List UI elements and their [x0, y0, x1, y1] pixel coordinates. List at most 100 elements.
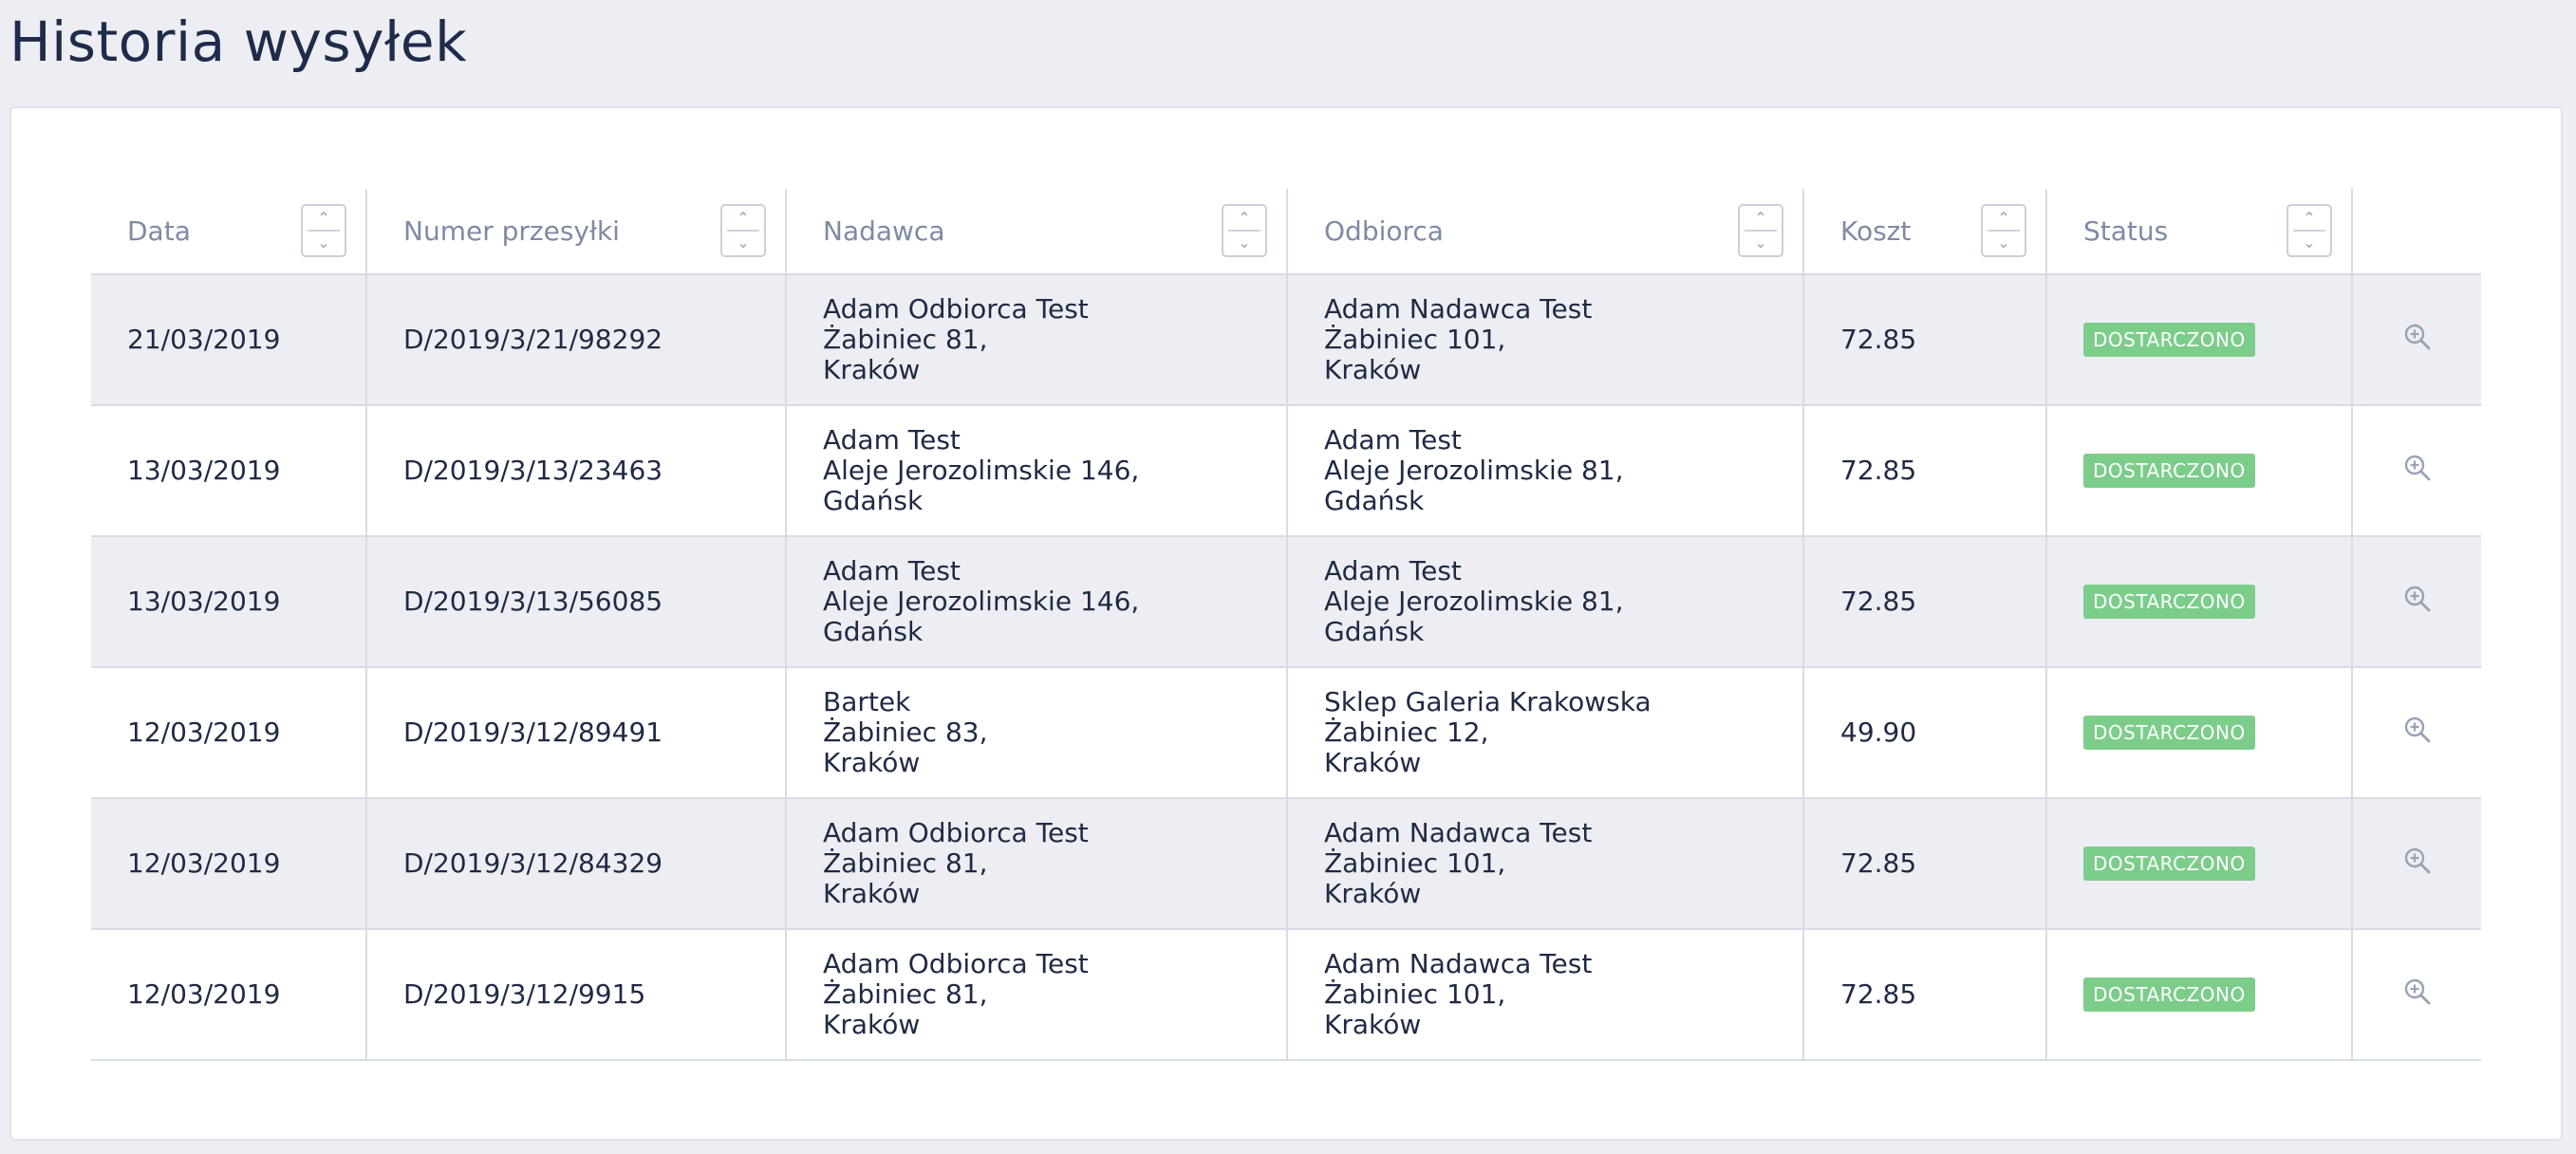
zoom-in-icon [2404, 847, 2430, 873]
recipient-name: Adam Nadawca Test [1324, 948, 1593, 979]
status-badge: DOSTARCZONO [2083, 323, 2255, 357]
sender-street: Żabiniec 83, [823, 717, 988, 748]
col-header-label: Koszt [1840, 215, 1912, 247]
view-details-button[interactable] [2403, 454, 2432, 489]
col-header-label: Data [127, 215, 191, 247]
cost-value: 49.90 [1840, 717, 1917, 748]
sort-number-button[interactable]: ⌃ ⌄ [720, 204, 766, 257]
col-header-actions [2351, 189, 2481, 275]
recipient-street: Żabiniec 12, [1324, 717, 1489, 748]
recipient-name: Adam Test [1324, 424, 1462, 456]
cell-date: 21/03/2019 [91, 274, 366, 406]
sort-down-icon: ⌄ [317, 233, 330, 251]
view-details-button[interactable] [2403, 847, 2432, 882]
recipient-street: Aleje Jerozolimskie 81, [1324, 586, 1624, 617]
sort-up-icon: ⌃ [737, 209, 750, 227]
recipient-street: Żabiniec 101, [1324, 847, 1506, 879]
sender-street: Aleje Jerozolimskie 146, [823, 586, 1140, 617]
table-header-row: Data ⌃⌄ Numer przesyłki ⌃⌄ Nadawca ⌃⌄ [91, 189, 2481, 275]
sender-city: Kraków [823, 1009, 921, 1040]
zoom-in-icon [2404, 586, 2430, 611]
cell-actions [2351, 798, 2481, 930]
col-header-recipient: Odbiorca ⌃ ⌄ [1286, 189, 1803, 275]
table-row[interactable]: 12/03/2019 D/2019/3/12/9915 Adam Odbiorc… [91, 929, 2481, 1061]
recipient-city: Kraków [1324, 1009, 1422, 1040]
sort-date-button[interactable]: ⌃ ⌄ [301, 204, 346, 257]
status-badge: DOSTARCZONO [2083, 977, 2255, 1012]
cell-date: 12/03/2019 [91, 667, 366, 799]
cell-recipient: Adam Test Aleje Jerozolimskie 81, Gdańsk [1286, 536, 1803, 668]
cell-recipient: Sklep Galeria Krakowska Żabiniec 12, Kra… [1286, 667, 1803, 799]
zoom-in-icon [2404, 324, 2430, 349]
cell-actions [2351, 929, 2481, 1061]
col-header-label: Status [2083, 215, 2169, 247]
cell-sender: Adam Odbiorca Test Żabiniec 81, Kraków [785, 798, 1287, 930]
col-header-label: Nadawca [823, 215, 945, 247]
recipient-street: Aleje Jerozolimskie 81, [1324, 455, 1624, 486]
cost-value: 72.85 [1840, 586, 1917, 617]
cell-status: DOSTARCZONO [2045, 667, 2352, 799]
cell-number: D/2019/3/12/89491 [365, 667, 786, 799]
cell-cost: 72.85 [1802, 929, 2046, 1061]
shipments-table: Data ⌃⌄ Numer przesyłki ⌃⌄ Nadawca ⌃⌄ [91, 189, 2481, 1061]
sender-name: Adam Test [823, 555, 961, 586]
sender-name: Adam Odbiorca Test [823, 948, 1089, 979]
cell-status: DOSTARCZONO [2045, 929, 2352, 1061]
status-badge: DOSTARCZONO [2083, 847, 2255, 881]
sort-recipient-button[interactable]: ⌃ ⌄ [1738, 204, 1783, 257]
table-row[interactable]: 13/03/2019 D/2019/3/13/56085 Adam Test A… [91, 536, 2481, 668]
cell-number: D/2019/3/13/56085 [365, 536, 786, 668]
status-badge: DOSTARCZONO [2083, 454, 2255, 488]
col-header-date: Data ⌃ ⌄ [91, 189, 366, 275]
shipment-number: D/2019/3/12/84329 [403, 847, 663, 879]
cell-recipient: Adam Test Aleje Jerozolimskie 81, Gdańsk [1286, 405, 1803, 537]
cost-value: 72.85 [1840, 455, 1917, 486]
recipient-name: Sklep Galeria Krakowska [1324, 686, 1652, 717]
sort-up-icon: ⌃ [1997, 209, 2010, 227]
cell-date: 12/03/2019 [91, 929, 366, 1061]
shipment-number: D/2019/3/12/9915 [403, 978, 646, 1010]
shipment-number: D/2019/3/12/89491 [403, 717, 663, 748]
table-row[interactable]: 12/03/2019 D/2019/3/12/89491 Bartek Żabi… [91, 667, 2481, 799]
sender-city: Kraków [823, 747, 921, 778]
sort-down-icon: ⌄ [1238, 233, 1251, 251]
cost-value: 72.85 [1840, 324, 1917, 355]
cell-number: D/2019/3/13/23463 [365, 405, 786, 537]
status-badge: DOSTARCZONO [2083, 585, 2255, 619]
table-row[interactable]: 13/03/2019 D/2019/3/13/23463 Adam Test A… [91, 405, 2481, 537]
cost-value: 72.85 [1840, 978, 1917, 1010]
table-row[interactable]: 12/03/2019 D/2019/3/12/84329 Adam Odbior… [91, 798, 2481, 930]
cell-sender: Adam Test Aleje Jerozolimskie 146, Gdańs… [785, 405, 1287, 537]
shipment-number: D/2019/3/13/56085 [403, 586, 663, 617]
zoom-in-icon [2404, 455, 2430, 480]
date-value: 12/03/2019 [127, 847, 281, 879]
view-details-button[interactable] [2403, 716, 2432, 751]
sender-name: Bartek [823, 686, 911, 717]
cell-date: 12/03/2019 [91, 798, 366, 930]
view-details-button[interactable] [2403, 585, 2432, 620]
cell-cost: 72.85 [1802, 274, 2046, 406]
col-header-label: Odbiorca [1324, 215, 1444, 247]
cell-actions [2351, 405, 2481, 537]
shipments-card: Data ⌃⌄ Numer przesyłki ⌃⌄ Nadawca ⌃⌄ [9, 106, 2563, 1141]
cell-cost: 72.85 [1802, 405, 2046, 537]
cell-date: 13/03/2019 [91, 405, 366, 537]
recipient-street: Żabiniec 101, [1324, 978, 1506, 1010]
sort-cost-button[interactable]: ⌃ ⌄ [1981, 204, 2026, 257]
cell-cost: 49.90 [1802, 667, 2046, 799]
col-header-sender: Nadawca ⌃ ⌄ [785, 189, 1287, 275]
col-header-cost: Koszt ⌃ ⌄ [1802, 189, 2046, 275]
sender-city: Gdańsk [823, 485, 924, 516]
sort-up-icon: ⌃ [317, 209, 330, 227]
date-value: 12/03/2019 [127, 717, 281, 748]
cost-value: 72.85 [1840, 847, 1917, 879]
cell-number: D/2019/3/21/98292 [365, 274, 786, 406]
recipient-city: Gdańsk [1324, 485, 1425, 516]
view-details-button[interactable] [2403, 323, 2432, 358]
zoom-in-icon [2404, 717, 2430, 742]
table-row[interactable]: 21/03/2019 D/2019/3/21/98292 Adam Odbior… [91, 274, 2481, 406]
sort-status-button[interactable]: ⌃ ⌄ [2287, 204, 2332, 257]
view-details-button[interactable] [2403, 977, 2432, 1013]
recipient-name: Adam Nadawca Test [1324, 293, 1593, 325]
sort-sender-button[interactable]: ⌃ ⌄ [1222, 204, 1267, 257]
